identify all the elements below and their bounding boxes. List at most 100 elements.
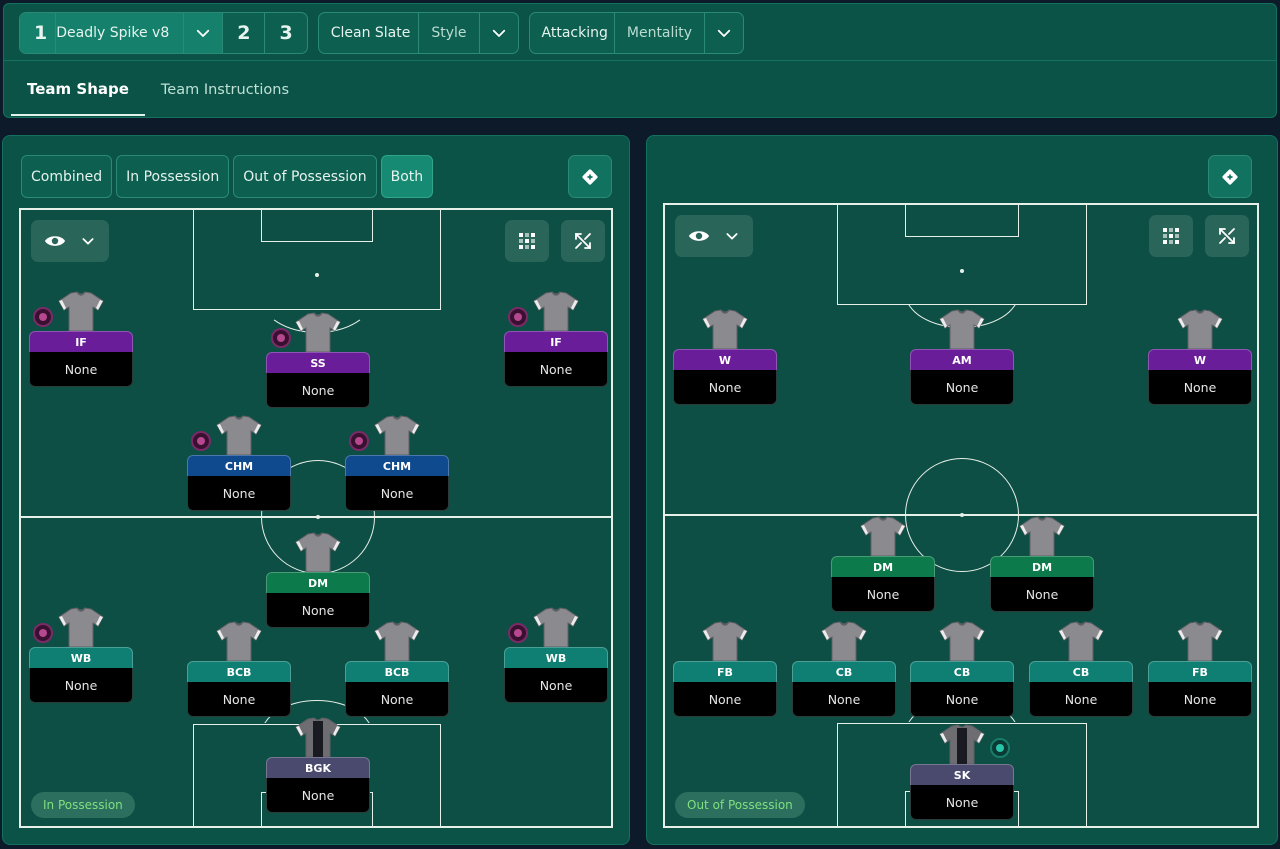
player-card-if[interactable]: IF None [504,291,608,387]
view-tab-in-possession[interactable]: In Possession [116,155,230,198]
player-card-chm[interactable]: CHM None [345,415,449,511]
player-card-sk[interactable]: SK None [910,724,1014,820]
player-card-wb[interactable]: WB None [504,607,608,703]
player-card-dm[interactable]: DM None [990,516,1094,612]
style-value: Clean Slate [319,13,420,53]
mode-label-in-possession: In Possession [31,792,135,818]
player-card-dm[interactable]: DM None [831,516,935,612]
player-role-label: W [673,349,777,370]
player-role-label: FB [1148,661,1252,682]
player-duty-label: None [990,577,1094,612]
mentality-dropdown-button[interactable] [705,13,743,53]
tactic-slot-3-button[interactable]: 3 [265,13,306,53]
tactic-board-button[interactable] [568,155,612,198]
player-card-ss[interactable]: SS None [266,312,370,408]
player-familiarity-icon [33,623,53,643]
player-role-label: CHM [345,455,449,476]
view-tab-combined[interactable]: Combined [21,155,113,198]
player-familiarity-icon [33,307,53,327]
player-role-label: SK [910,764,1014,785]
player-duty-label: None [910,785,1014,820]
player-card-fb[interactable]: FB None [673,621,777,717]
player-card-wb[interactable]: WB None [29,607,133,703]
player-card-chm[interactable]: CHM None [187,415,291,511]
player-shirt-icon [215,415,263,456]
chevron-down-icon [82,238,94,245]
player-duty-label: None [673,370,777,405]
player-card-bcb[interactable]: BCB None [345,621,449,717]
visibility-dropdown[interactable] [31,220,109,262]
player-duty-label: None [1148,370,1252,405]
player-shirt-icon [820,621,868,662]
centre-spot [316,515,320,519]
eye-icon [688,231,710,241]
player-duty-label: None [792,682,896,717]
tactic-icon [582,168,598,185]
view-tab-both[interactable]: Both [380,155,434,198]
expand-button[interactable] [1205,215,1249,257]
chevron-down-icon [197,29,210,37]
grid-toggle-button[interactable] [1149,215,1193,257]
player-role-label: WB [29,647,133,668]
player-shirt-icon [215,621,263,662]
tab-team-shape[interactable]: Team Shape [11,64,145,116]
player-role-label: DM [990,556,1094,577]
player-shirt-icon [373,621,421,662]
player-card-w[interactable]: W None [673,309,777,405]
player-card-cb[interactable]: CB None [910,621,1014,717]
six-yard-box-top [261,210,373,242]
tab-team-instructions[interactable]: Team Instructions [145,64,305,116]
player-duty-label: None [266,778,370,813]
player-card-cb[interactable]: CB None [792,621,896,717]
player-shirt-icon [532,607,580,648]
grid-toggle-button[interactable] [505,220,549,262]
player-duty-label: None [266,593,370,628]
player-role-label: WB [504,647,608,668]
tactic-board-button[interactable] [1208,155,1252,198]
chevron-down-icon [717,29,731,37]
player-duty-label: None [187,476,291,511]
mentality-selector[interactable]: Attacking Mentality [528,12,745,54]
style-selector[interactable]: Clean Slate Style [317,12,519,54]
player-duty-label: None [29,352,133,387]
tactics-tabs: Team Shape Team Instructions [11,64,305,116]
player-card-if[interactable]: IF None [29,291,133,387]
player-card-dm[interactable]: DM None [266,532,370,628]
tactic-name[interactable]: Deadly Spike v8 [56,13,185,53]
expand-icon [1219,228,1235,244]
player-duty-label: None [673,682,777,717]
visibility-dropdown[interactable] [675,215,753,257]
player-role-label: FB [673,661,777,682]
player-duty-label: None [504,668,608,703]
player-card-cb[interactable]: CB None [1029,621,1133,717]
player-card-w[interactable]: W None [1148,309,1252,405]
tactic-slot-2-button[interactable]: 2 [223,13,266,53]
player-role-label: CHM [187,455,291,476]
grid-icon [519,233,535,249]
tactic-slot-1-number[interactable]: 1 [20,13,57,53]
player-role-label: DM [266,572,370,593]
player-card-bcb[interactable]: BCB None [187,621,291,717]
player-duty-label: None [187,682,291,717]
penalty-spot-top [960,269,964,273]
player-card-am[interactable]: AM None [910,309,1014,405]
player-familiarity-icon [349,431,369,451]
player-role-label: SS [266,352,370,373]
player-role-label: AM [910,349,1014,370]
player-duty-label: None [910,682,1014,717]
tactic-dropdown-button[interactable] [184,13,224,53]
player-card-bgk[interactable]: BGK None [266,717,370,813]
tactic-icon [1222,168,1238,185]
player-duty-label: None [266,373,370,408]
player-role-label: W [1148,349,1252,370]
player-card-fb[interactable]: FB None [1148,621,1252,717]
player-shirt-icon [57,291,105,332]
player-shirt-icon [1176,621,1224,662]
expand-button[interactable] [561,220,605,262]
player-duty-label: None [504,352,608,387]
player-duty-label: None [29,668,133,703]
player-role-label: BGK [266,757,370,778]
player-duty-label: None [1148,682,1252,717]
view-tab-out-of-possession[interactable]: Out of Possession [233,155,377,198]
style-dropdown-button[interactable] [480,13,518,53]
